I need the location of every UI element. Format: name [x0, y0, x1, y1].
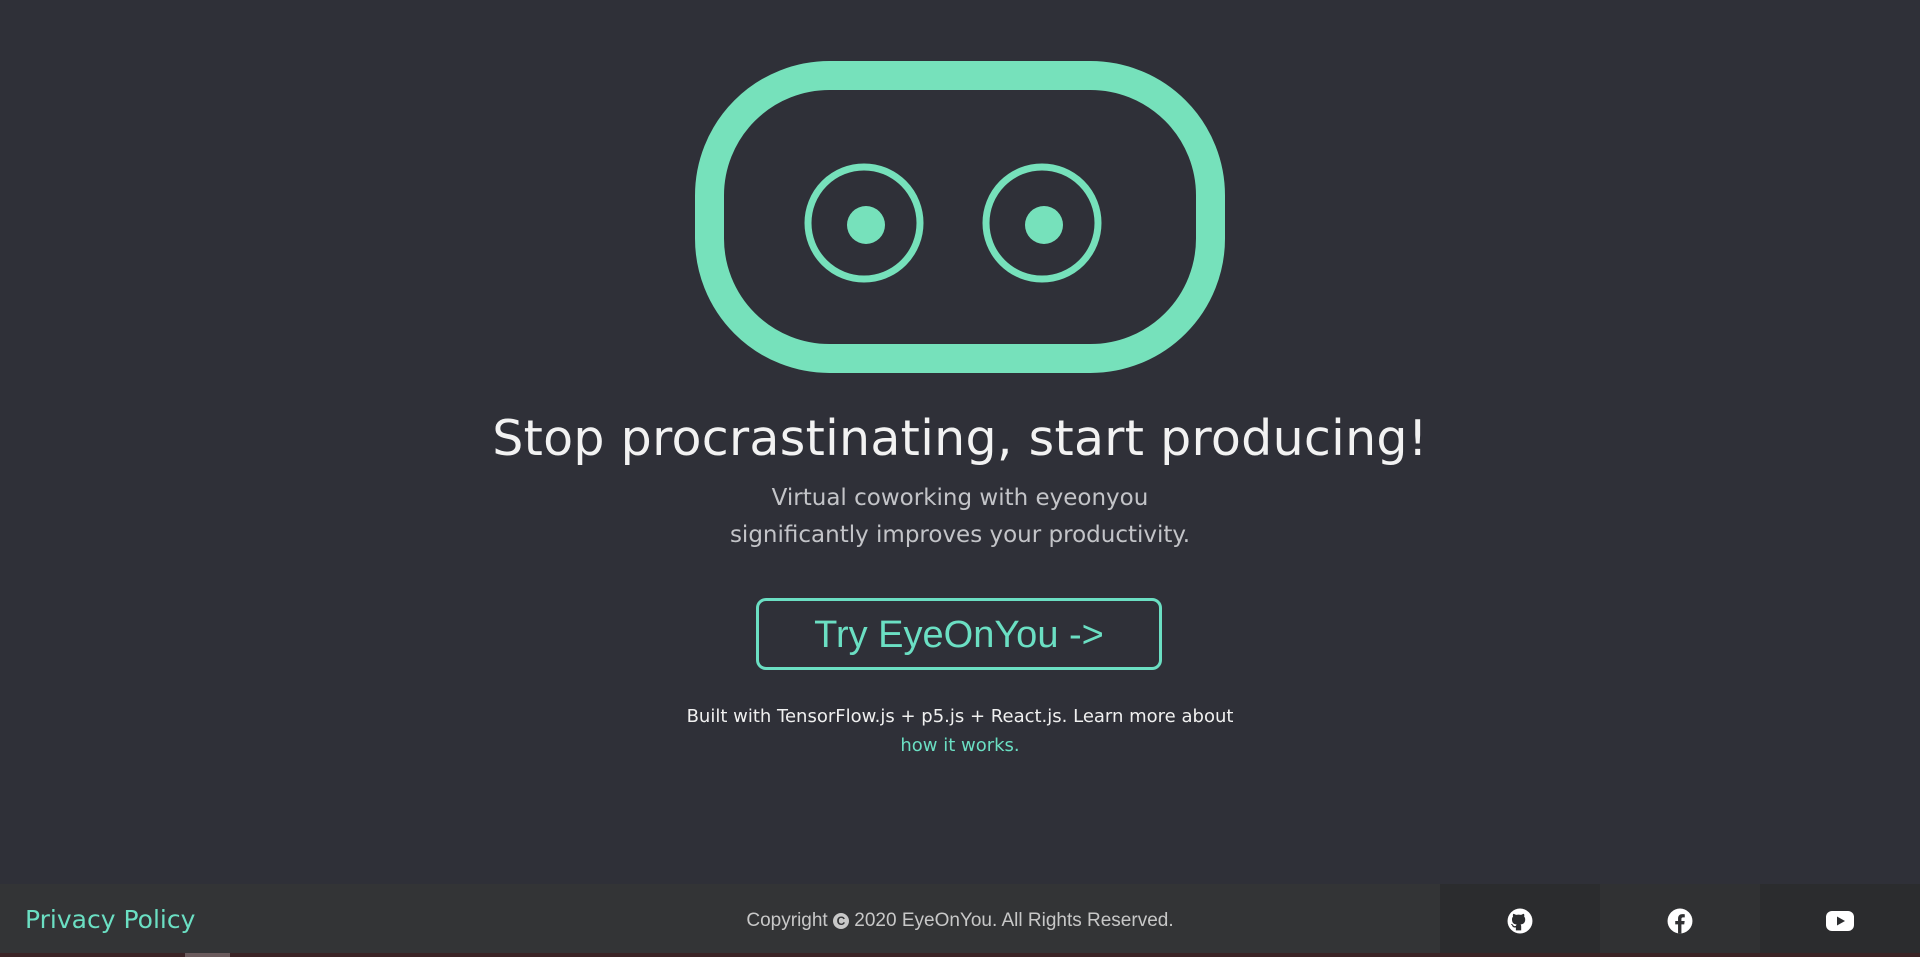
- copyright-prefix: Copyright: [746, 910, 828, 931]
- github-link[interactable]: [1440, 884, 1600, 957]
- youtube-icon: [1826, 910, 1854, 931]
- built-with-text: Built with TensorFlow.js + p5.js + React…: [686, 706, 1234, 727]
- page-headline: Stop procrastinating, start producing!: [492, 410, 1428, 467]
- privacy-policy-link[interactable]: Privacy Policy: [25, 903, 195, 937]
- facebook-link[interactable]: [1600, 884, 1760, 957]
- github-icon: [1507, 908, 1533, 933]
- copyright-icon: C: [833, 913, 849, 929]
- copyright-text: 2020 EyeOnYou. All Rights Reserved.: [854, 910, 1174, 931]
- youtube-link[interactable]: [1760, 884, 1920, 957]
- horizontal-scrollbar[interactable]: [0, 953, 1920, 957]
- footer: Privacy Policy Copyright C 2020 EyeOnYou…: [0, 884, 1920, 957]
- subheadline-line-1: Virtual coworking with eyeonyou: [771, 485, 1149, 511]
- facebook-icon: [1667, 908, 1693, 933]
- page: Stop procrastinating, start producing! V…: [0, 0, 1920, 957]
- hero-section: Stop procrastinating, start producing! V…: [0, 0, 1920, 884]
- scrollbar-thumb[interactable]: [185, 953, 230, 957]
- subheadline-line-2: significantly improves your productivity…: [729, 522, 1191, 548]
- how-it-works-link[interactable]: how it works.: [900, 735, 1019, 756]
- robot-eyes-logo-icon: [695, 61, 1225, 373]
- try-eyeonyou-button[interactable]: Try EyeOnYou ->: [756, 598, 1162, 670]
- how-it-works-container: how it works.: [0, 732, 1920, 760]
